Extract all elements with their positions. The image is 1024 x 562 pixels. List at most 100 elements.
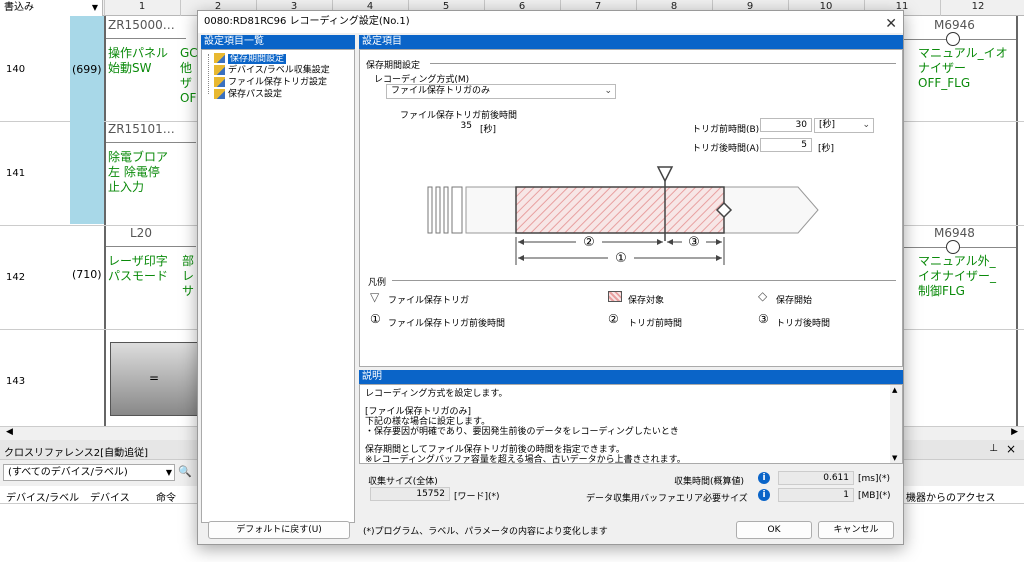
legend-file-save-trigger: ファイル保存トリガ	[388, 296, 470, 306]
close-icon[interactable]: ×	[1006, 442, 1016, 456]
group-line	[430, 63, 896, 64]
circled-two-icon: ②	[608, 312, 619, 326]
legend-save-target: 保存対象	[628, 296, 665, 306]
mode-select[interactable]: 書込み ▼	[0, 0, 103, 16]
legend-line	[392, 280, 896, 281]
rung-line	[106, 142, 196, 143]
pin-icon[interactable]: ⊥	[989, 443, 998, 454]
compare-operator: =	[148, 371, 160, 385]
scroll-up-icon[interactable]: ▲	[892, 386, 897, 394]
legend-post-trigger: トリガ後時間	[776, 319, 831, 329]
chevron-down-icon[interactable]: ▼	[166, 465, 172, 480]
recording-settings-dialog: 0080:RD81RC96 レコーディング設定(No.1) ✕ 設定項目一覧 保…	[197, 10, 904, 545]
tree-item-retention-period[interactable]: 保存期間設定	[214, 53, 287, 65]
restore-default-button[interactable]: デフォルトに戻す(U)	[208, 521, 350, 539]
partial-comment: GC 他 ザ OF	[180, 46, 198, 105]
coil-symbol[interactable]	[946, 240, 960, 254]
group-title: 保存期間設定	[366, 61, 421, 71]
diagram-marker-3: ③	[688, 235, 700, 250]
collect-time-value: 0.611	[778, 471, 854, 485]
coil-device[interactable]: M6948	[934, 226, 975, 240]
header-device[interactable]: デバイス	[90, 489, 130, 504]
column-separator	[940, 0, 941, 16]
description-panel: レコーディング方式を設定します。 [ファイル保存トリガのみ] 下記の様な場合に設…	[359, 384, 903, 464]
settings-panel: 保存期間設定 レコーディング方式(M) ファイル保存トリガのみ ⌄ ファイル保存ト…	[359, 49, 903, 367]
trigger-triangle-icon: ▽	[370, 290, 380, 304]
info-icon[interactable]: i	[758, 472, 770, 484]
settings-tree: 保存期間設定 デバイス/ラベル収集設定 ファイル保存トリガ設定 保存パス設定	[201, 49, 355, 523]
description-scrollbar[interactable]: ▲ ▼	[890, 385, 902, 463]
row-number: 141	[6, 168, 26, 179]
folder-gear-icon	[214, 53, 225, 63]
step-number: (710)	[72, 268, 102, 281]
tree-item-device-label-collection[interactable]: デバイス/ラベル収集設定	[214, 65, 330, 77]
scroll-right-icon[interactable]: ▶	[1011, 427, 1018, 437]
circled-three-icon: ③	[758, 312, 769, 326]
header-device-label[interactable]: デバイス/ラベル	[6, 489, 79, 504]
description-line: 保存期間としてファイル保存トリガ前後の時間を指定できます。	[365, 445, 625, 455]
row-selection-highlight	[70, 16, 104, 224]
diamond-icon: ◇	[758, 289, 768, 303]
panel-title: クロスリファレンス2[自動追従]	[4, 448, 148, 459]
description-line: ※レコーディングバッファ容量を超える場合、古いデータから上書きされます。	[365, 455, 686, 464]
tree-item-label: ファイル保存トリガ設定	[228, 77, 328, 88]
chevron-down-icon: ⌄	[862, 120, 870, 130]
description-line: レコーディング方式を設定します。	[365, 389, 508, 399]
trigger-window-value: 35	[460, 121, 472, 131]
coil-device[interactable]: M6946	[934, 18, 975, 32]
pre-trigger-unit-select[interactable]: [秒] ⌄	[814, 118, 874, 133]
coil-symbol[interactable]	[946, 32, 960, 46]
filter-value: (すべてのデバイス/ラベル)	[8, 467, 128, 478]
rung-line	[904, 247, 946, 248]
header-instruction[interactable]: 命令	[156, 489, 176, 504]
post-trigger-unit: [秒]	[818, 144, 835, 154]
contact-comment: 操作パネル 始動SW	[108, 46, 169, 75]
contact-comment: 除電ブロア 左 除電停 止入力	[108, 150, 169, 194]
pre-trigger-input[interactable]: 30	[760, 118, 812, 132]
info-icon[interactable]: i	[758, 489, 770, 501]
ok-button[interactable]: OK	[736, 521, 812, 539]
pre-trigger-unit: [秒]	[819, 120, 836, 130]
column-separator	[180, 0, 181, 16]
pre-trigger-label: トリガ前時間(B)	[692, 125, 760, 135]
cancel-button[interactable]: キャンセル	[818, 521, 894, 539]
folder-gear-icon	[214, 65, 225, 75]
tree-item-label: 保存期間設定	[228, 53, 287, 64]
compare-instruction-block[interactable]: =	[110, 342, 198, 416]
dialog-title: 0080:RD81RC96 レコーディング設定(No.1)	[204, 16, 410, 27]
trigger-window-unit: [秒]	[480, 125, 497, 135]
rung-line	[960, 247, 1016, 248]
folder-gear-icon	[214, 77, 225, 87]
description-line: ・保存要因が明確であり、要因発生前後のデータをレコーディングしたいとき	[365, 427, 679, 437]
tree-item-save-path[interactable]: 保存パス設定	[214, 89, 282, 101]
filter-combobox[interactable]: (すべてのデバイス/ラベル) ▼	[3, 464, 175, 481]
rung-line	[106, 38, 186, 39]
search-icon[interactable]: 🔍	[178, 465, 192, 478]
contact-device[interactable]: ZR15000…	[108, 18, 175, 32]
left-power-rail	[104, 16, 106, 426]
header-device-access[interactable]: 機器からのアクセス	[906, 489, 996, 504]
collect-size-label: 収集サイズ(全体)	[368, 477, 438, 487]
close-icon[interactable]: ✕	[885, 13, 897, 35]
post-trigger-input[interactable]: 5	[760, 138, 812, 152]
buffer-size-value: 1	[778, 488, 854, 502]
recording-method-value: ファイル保存トリガのみ	[391, 86, 491, 96]
partial-comment: 部 レ サ	[182, 254, 195, 298]
buffer-size-label: データ収集用バッファエリア必要サイズ	[586, 494, 748, 504]
contact-device[interactable]: ZR15101…	[108, 122, 175, 136]
contact-device[interactable]: L20	[130, 226, 152, 240]
scroll-down-icon[interactable]: ▼	[892, 454, 897, 462]
description-line: 下記の様な場合に設定します。	[365, 417, 491, 427]
diagram-marker-1: ①	[615, 251, 627, 266]
collect-time-unit: [ms](*)	[858, 474, 891, 484]
contact-comment: レーザ印字 パスモード	[108, 254, 169, 283]
scroll-left-icon[interactable]: ◀	[6, 427, 13, 437]
chevron-down-icon: ▼	[91, 3, 98, 12]
tree-item-file-save-trigger[interactable]: ファイル保存トリガ設定	[214, 77, 327, 89]
column-separator	[104, 0, 105, 16]
recording-method-select[interactable]: ファイル保存トリガのみ ⌄	[386, 84, 616, 99]
tree-header: 設定項目一覧	[201, 35, 355, 49]
collect-time-label: 収集時間(概算値)	[674, 477, 745, 487]
coil-comment: マニュアル_イオ ナイザー OFF_FLG	[918, 46, 1008, 90]
rung-line	[960, 39, 1016, 40]
